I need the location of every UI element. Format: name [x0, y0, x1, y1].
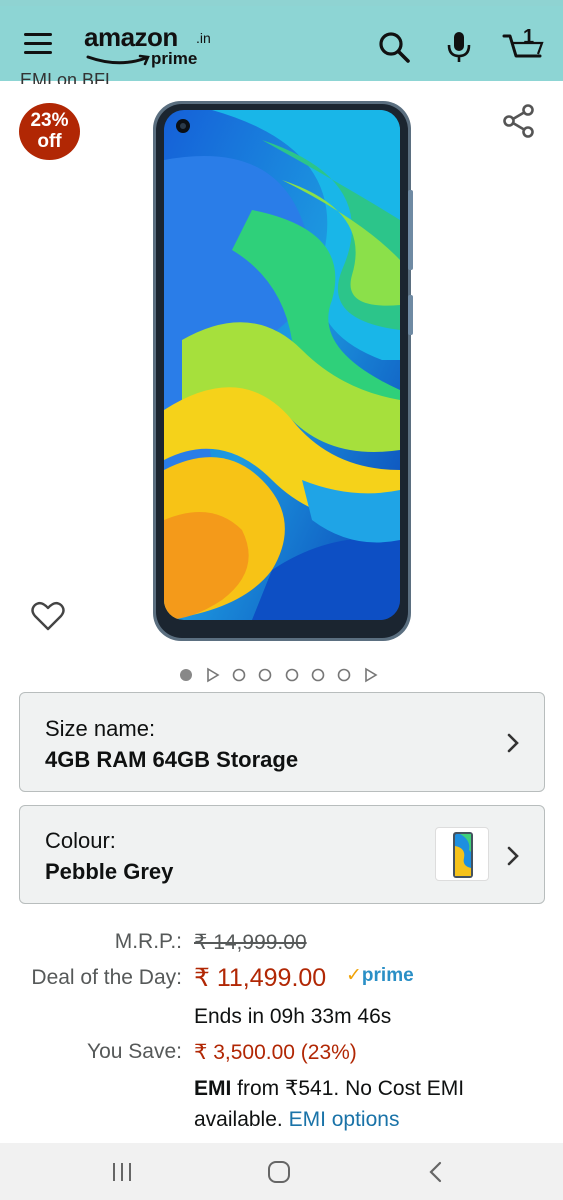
cart-icon[interactable]: 1: [502, 26, 546, 64]
home-icon[interactable]: [267, 1161, 291, 1183]
share-icon[interactable]: [502, 104, 536, 138]
prime-label: prime: [361, 965, 414, 986]
carousel-dot[interactable]: [258, 668, 272, 682]
mic-icon[interactable]: [442, 30, 476, 64]
deal-price: ₹ 11,499.00: [194, 964, 327, 992]
colour-selector[interactable]: Colour: Pebble Grey: [19, 805, 545, 904]
mrp-value: ₹ 14,999.00: [194, 931, 307, 954]
carousel-dot[interactable]: [311, 668, 325, 682]
carousel-dot-active[interactable]: [180, 669, 192, 681]
menu-icon[interactable]: [24, 33, 52, 55]
discount-badge: 23% off: [19, 103, 80, 160]
amazon-prime-logo[interactable]: amazon .in prime: [84, 22, 234, 70]
emi-options-link[interactable]: EMI options: [289, 1108, 400, 1131]
emi-bold: EMI: [194, 1077, 232, 1100]
size-value: 4GB RAM 64GB Storage: [45, 747, 299, 772]
carousel-dot[interactable]: [232, 668, 246, 682]
deal-timer: Ends in 09h 33m 46s: [194, 1005, 392, 1028]
carousel-dot[interactable]: [285, 668, 299, 682]
colour-swatch-thumbnail[interactable]: [435, 827, 489, 881]
colour-label: Colour:: [45, 828, 116, 853]
emi-info: EMI from ₹541. No Cost EMI available. EM…: [194, 1073, 524, 1135]
deal-label: Deal of the Day:: [31, 966, 182, 989]
check-icon: ✓: [346, 965, 362, 986]
chevron-right-icon: [507, 733, 519, 753]
image-carousel-dots[interactable]: [178, 666, 388, 684]
discount-word: off: [37, 131, 62, 152]
discount-percent: 23%: [30, 110, 69, 131]
recent-apps-icon[interactable]: [110, 1161, 134, 1183]
heart-icon[interactable]: [31, 600, 65, 632]
prime-badge: ✓prime: [346, 964, 414, 987]
cart-count: 1: [523, 26, 535, 48]
save-value: ₹ 3,500.00 (23%): [194, 1041, 357, 1064]
smile-arrow-icon: [86, 54, 150, 66]
carousel-video-icon[interactable]: [365, 667, 378, 683]
carousel-dot[interactable]: [337, 668, 351, 682]
back-icon[interactable]: [426, 1161, 446, 1183]
swatch-phone-image: [453, 832, 473, 878]
mrp-label: M.R.P.:: [114, 930, 182, 953]
system-navigation-bar: [0, 1143, 563, 1200]
chevron-right-icon: [507, 846, 519, 866]
product-image[interactable]: [152, 100, 414, 642]
cut-off-text: EMI on BFL: [20, 70, 116, 84]
search-icon[interactable]: [377, 30, 411, 64]
save-label: You Save:: [87, 1040, 182, 1063]
carousel-video-icon[interactable]: [207, 667, 220, 683]
colour-value: Pebble Grey: [45, 859, 174, 884]
size-label: Size name:: [45, 716, 156, 741]
logo-suffix: .in: [196, 30, 211, 46]
logo-sub: prime: [151, 49, 198, 68]
size-selector[interactable]: Size name: 4GB RAM 64GB Storage: [19, 692, 545, 792]
